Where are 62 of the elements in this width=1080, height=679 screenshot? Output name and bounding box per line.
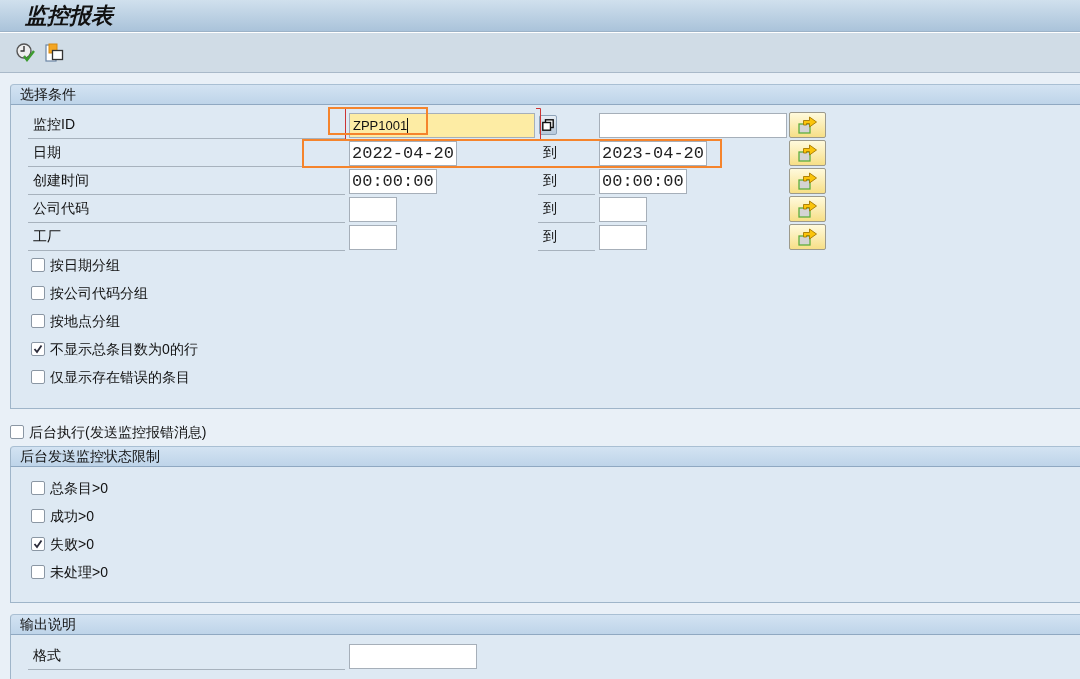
checkbox[interactable]: [31, 481, 45, 495]
section-header: 输出说明: [10, 614, 1080, 635]
input-field[interactable]: 00:00:00: [599, 168, 687, 194]
field-label: 监控ID: [33, 115, 75, 134]
multiple-selection-button[interactable]: [789, 140, 826, 166]
option-label: 按日期分组: [50, 255, 120, 275]
option-label: 后台执行(发送监控报错消息): [29, 422, 207, 442]
range-separator: 到: [543, 199, 557, 218]
field-label: 格式: [33, 646, 61, 665]
text-cursor: [407, 117, 409, 133]
input-field[interactable]: [349, 196, 397, 222]
input-field[interactable]: [599, 196, 647, 222]
field-label: 公司代码: [33, 199, 89, 218]
arrow-square-icon: [797, 172, 818, 190]
option-label: 仅显示存在错误的条目: [50, 367, 190, 387]
field-label: 创建时间: [33, 171, 89, 190]
arrow-square-icon: [797, 228, 818, 246]
input-field[interactable]: [349, 643, 477, 669]
checkbox[interactable]: [31, 537, 45, 551]
option-label: 成功>0: [50, 506, 94, 526]
multiple-selection-button[interactable]: [789, 112, 826, 138]
checkbox[interactable]: [10, 425, 24, 439]
window-title: 监控报表: [25, 4, 113, 27]
input-field[interactable]: [599, 224, 647, 250]
documents-button[interactable]: [45, 42, 64, 63]
option-label: 失败>0: [50, 534, 94, 554]
checkbox[interactable]: [31, 370, 45, 384]
option-label: 未处理>0: [50, 562, 108, 582]
section-header: 后台发送监控状态限制: [10, 446, 1080, 467]
option-label: 不显示总条目数为0的行: [50, 339, 198, 359]
multiple-selection-button[interactable]: [789, 168, 826, 194]
checkbox[interactable]: [31, 286, 45, 300]
checkbox[interactable]: [31, 258, 45, 272]
input-field[interactable]: 2022-04-20: [349, 140, 457, 166]
input-field[interactable]: 00:00:00: [349, 168, 437, 194]
option-label: 按地点分组: [50, 311, 120, 331]
input-field[interactable]: [599, 112, 787, 138]
execute-button[interactable]: [16, 43, 35, 62]
input-field[interactable]: [349, 224, 397, 250]
checkbox[interactable]: [31, 342, 45, 356]
multiple-selection-button[interactable]: [789, 196, 826, 222]
range-separator: 到: [543, 143, 557, 162]
documents-icon: [45, 42, 64, 63]
arrow-square-icon: [797, 144, 818, 162]
arrow-square-icon: [797, 200, 818, 218]
section-header: 选择条件: [10, 84, 1080, 105]
field-label: 工厂: [33, 227, 61, 246]
clock-check-icon: [16, 43, 35, 62]
toggle-button[interactable]: [539, 115, 557, 135]
input-field[interactable]: ZPP1001: [349, 112, 535, 138]
option-label: 总条目>0: [50, 478, 108, 498]
arrow-square-icon: [797, 116, 818, 134]
checkbox[interactable]: [31, 314, 45, 328]
option-label: 按公司代码分组: [50, 283, 148, 303]
range-separator: 到: [543, 227, 557, 246]
field-label: 日期: [33, 143, 61, 162]
checkbox[interactable]: [31, 565, 45, 579]
range-separator: 到: [543, 171, 557, 190]
multiple-selection-button[interactable]: [789, 224, 826, 250]
input-field[interactable]: 2023-04-20: [599, 140, 707, 166]
checkbox[interactable]: [31, 509, 45, 523]
squares-icon: [542, 119, 554, 131]
